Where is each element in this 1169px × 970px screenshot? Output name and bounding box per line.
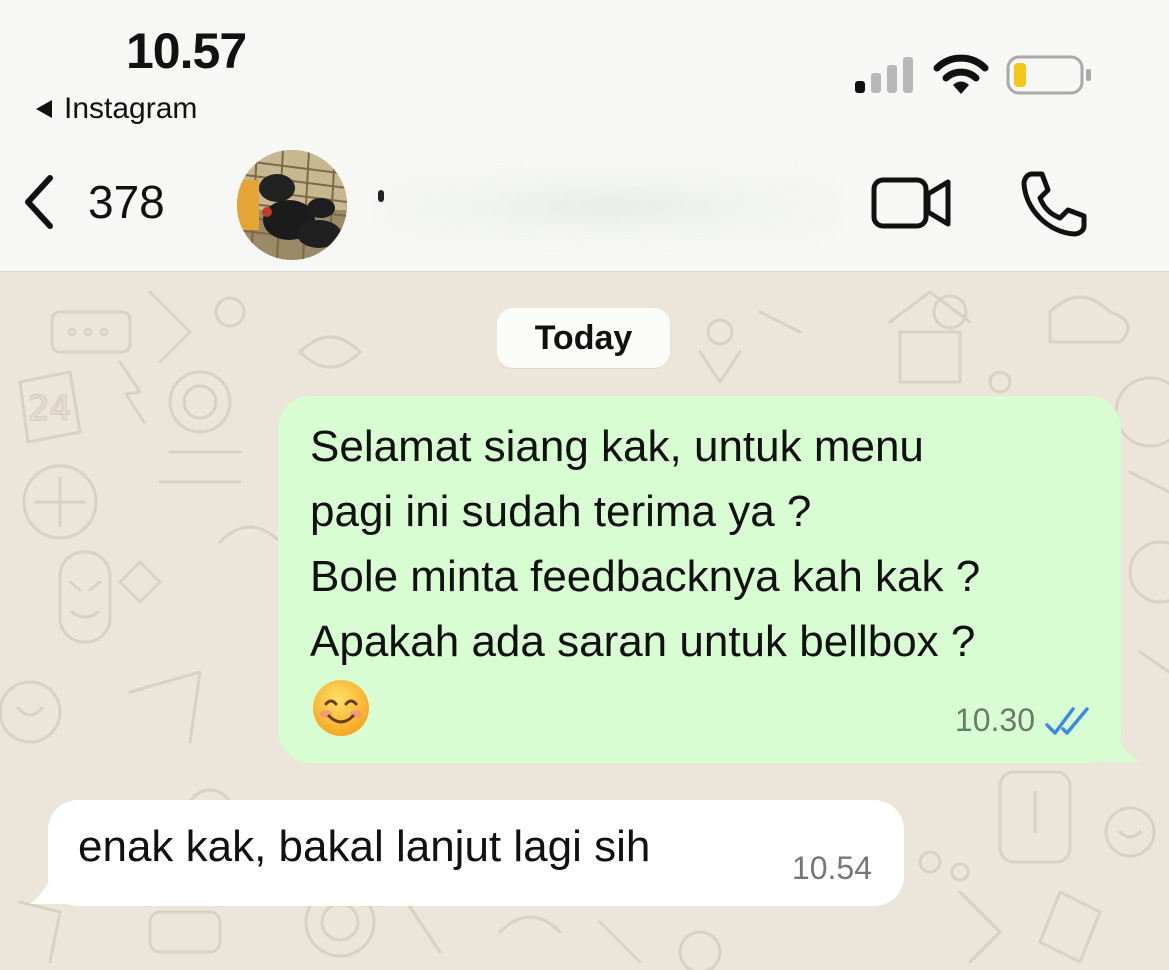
wifi-icon bbox=[933, 54, 989, 94]
outgoing-message-text: Selamat siang kak, untuk menu pagi ini s… bbox=[310, 422, 981, 666]
incoming-message[interactable]: enak kak, bakal lanjut lagi sih 10.54 bbox=[48, 800, 904, 906]
outgoing-message-time: 10.30 bbox=[954, 702, 1035, 738]
double-check-icon bbox=[1045, 706, 1089, 735]
contact-name[interactable] bbox=[380, 172, 840, 242]
date-chip: Today bbox=[497, 308, 670, 368]
chat-header: 378 bbox=[0, 140, 1169, 272]
outgoing-message[interactable]: Selamat siang kak, untuk menu pagi ini s… bbox=[278, 396, 1121, 763]
chevron-left-icon bbox=[25, 175, 53, 229]
back-button[interactable]: 378 bbox=[20, 170, 165, 234]
status-time: 10.57 bbox=[126, 23, 247, 79]
chat-screen: 10.57 Instagram 378 24 Today Selamat sia… bbox=[0, 0, 1169, 970]
back-to-app-button[interactable]: Instagram bbox=[36, 92, 197, 126]
chat-area[interactable]: 24 Today Selamat siang kak, untuk menu p… bbox=[0, 272, 1169, 970]
unread-count: 378 bbox=[88, 176, 165, 228]
contact-name-fragment bbox=[378, 190, 384, 202]
video-camera-icon[interactable] bbox=[870, 172, 954, 234]
back-triangle-icon bbox=[36, 100, 52, 118]
contact-avatar[interactable] bbox=[237, 150, 347, 260]
svg-text:24: 24 bbox=[28, 389, 71, 429]
cellular-signal-icon bbox=[855, 57, 913, 93]
incoming-message-text: enak kak, bakal lanjut lagi sih bbox=[78, 822, 651, 871]
outgoing-message-meta: 10.30 bbox=[955, 702, 1093, 739]
smiling-face-emoji bbox=[313, 680, 369, 736]
incoming-message-time: 10.54 bbox=[791, 850, 872, 886]
status-bar: 10.57 Instagram bbox=[0, 0, 1169, 140]
back-to-app-label: Instagram bbox=[64, 92, 198, 125]
avatar-image bbox=[237, 150, 347, 260]
phone-icon[interactable] bbox=[1018, 168, 1090, 240]
battery-low-icon bbox=[1006, 55, 1091, 95]
